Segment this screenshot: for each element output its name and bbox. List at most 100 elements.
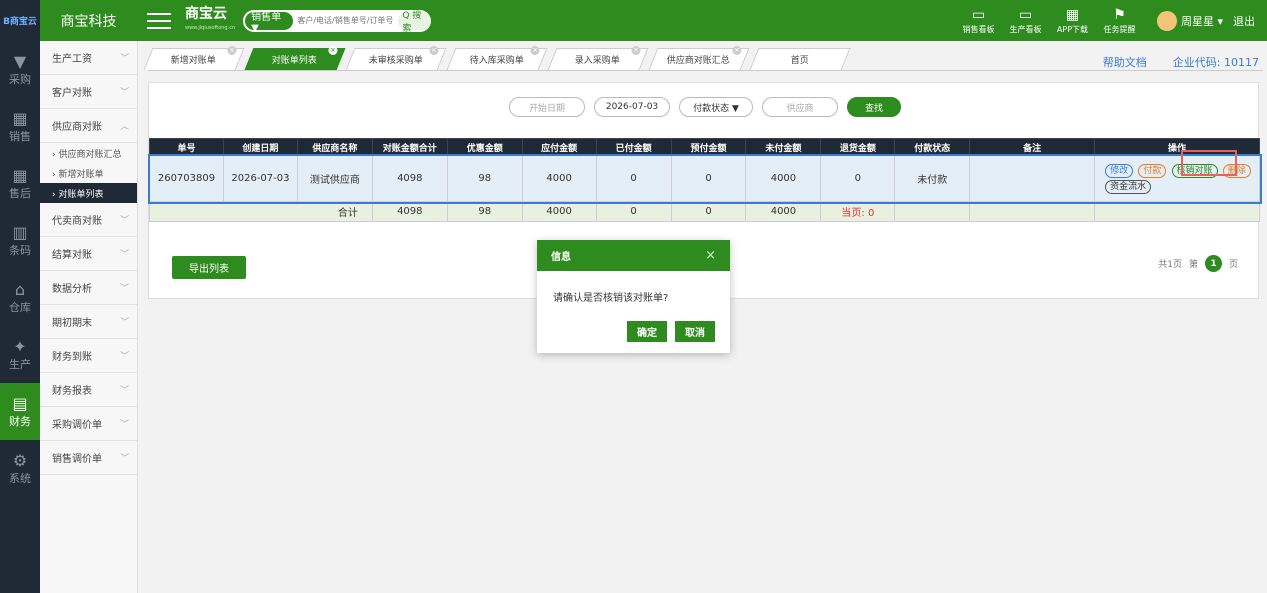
logout-link[interactable]: 退出	[1233, 13, 1255, 29]
column-header: 备注	[969, 138, 1096, 156]
supplier-input[interactable]: 供应商	[762, 97, 838, 117]
tab-divider	[148, 70, 1263, 71]
sales-board-button[interactable]: ▭ 销售看板	[955, 0, 1002, 41]
dialog-title: 信息	[551, 252, 571, 263]
brand-url: www.jiqiusoftong.cn	[185, 24, 236, 31]
total-unpaid: 4000	[745, 201, 822, 222]
end-date-input[interactable]: 2026-07-03	[594, 97, 670, 117]
search-input[interactable]	[293, 16, 399, 25]
dialog-footer: 确定 取消	[537, 321, 730, 342]
close-icon[interactable]: ×	[732, 46, 742, 55]
sidebar-item-production-wage[interactable]: 生产工资 ﹀	[40, 41, 137, 75]
payment-status-select[interactable]: 付款状态 ▼	[679, 97, 753, 117]
search-type-dropdown[interactable]: 销售单 ▼	[245, 11, 294, 32]
sidebar-item-supplier-recon[interactable]: 供应商对账 ︿	[40, 109, 137, 143]
sidebar-item-purchase-price[interactable]: 采购调价单 ﹀	[40, 407, 137, 441]
tab-recon-list[interactable]: 对账单列表 ×	[244, 46, 346, 70]
column-header: 已付金额	[595, 138, 672, 156]
sidebar-item-label: 供应商对账	[52, 122, 102, 133]
filter-bar: 开始日期 2026-07-03 付款状态 ▼ 供应商 查找	[509, 97, 901, 117]
confirm-dialog: 信息 × 请确认是否核销该对账单? 确定 取消	[537, 240, 730, 353]
column-header: 优惠金额	[446, 138, 523, 156]
close-icon[interactable]: ×	[328, 46, 338, 55]
user-name: 周星星 ▾	[1180, 14, 1223, 28]
sidebar-item-finance-arrival[interactable]: 财务到账 ﹀	[40, 339, 137, 373]
close-icon[interactable]: ×	[530, 46, 540, 55]
chart-icon: ▭	[971, 7, 986, 23]
sales-board-label: 销售看板	[962, 25, 995, 34]
app-download-button[interactable]: ▦ APP下载	[1049, 0, 1096, 41]
close-icon[interactable]: ×	[429, 46, 439, 55]
search-button[interactable]: Q 搜索	[398, 11, 432, 32]
rail-item-system[interactable]: ⚙ 系统	[0, 440, 40, 497]
rail-item-warehouse[interactable]: ⌂ 仓库	[0, 269, 40, 326]
tab-new-recon[interactable]: 新增对账单 ×	[143, 46, 245, 70]
sidebar-item-label: 结算对账	[52, 250, 92, 261]
close-icon[interactable]: ×	[705, 248, 716, 263]
task-reminder-button[interactable]: ⚑ 任务提醒	[1096, 0, 1143, 41]
hamburger-menu-icon[interactable]	[147, 12, 171, 29]
rail-item-production[interactable]: ✦ 生产	[0, 326, 40, 383]
close-icon[interactable]: ×	[631, 46, 641, 55]
user-menu[interactable]: 周星星 ▾	[1156, 10, 1223, 31]
production-board-button[interactable]: ▭ 生产看板	[1002, 0, 1049, 41]
sidebar-item-period[interactable]: 期初期末 ﹀	[40, 305, 137, 339]
export-list-button[interactable]: 导出列表	[172, 256, 246, 279]
close-icon[interactable]: ×	[227, 46, 237, 55]
rail-label: 销售	[9, 129, 31, 143]
rail-item-purchase[interactable]: ▼ 采购	[0, 41, 40, 98]
tab-pending-stock[interactable]: 待入库采购单 ×	[446, 46, 548, 70]
table-row[interactable]: 260703809 2026-07-03 测试供应商 4098 98 4000 …	[147, 150, 1262, 204]
tab-unaudited-purchase[interactable]: 未审核采购单 ×	[345, 46, 447, 70]
cell-created-date: 2026-07-03	[222, 155, 298, 202]
sidebar-sub-supplier-summary[interactable]: › 供应商对账汇总	[40, 143, 137, 163]
sidebar-sub-new-recon[interactable]: › 新增对账单	[40, 163, 137, 183]
confirm-button[interactable]: 确定	[627, 321, 667, 342]
sidebar-item-customer-recon[interactable]: 客户对账 ﹀	[40, 75, 137, 109]
cell-supplier: 测试供应商	[296, 155, 373, 202]
rail-item-sales[interactable]: ▦ 销售	[0, 98, 40, 155]
column-header: 付款状态	[894, 138, 971, 156]
sidebar-item-label: 销售调价单	[52, 454, 102, 465]
highlight-box	[1181, 150, 1238, 176]
chevron-down-icon: ﹀	[119, 386, 129, 396]
column-header: 单号	[149, 138, 224, 156]
cell-return: 0	[820, 155, 896, 202]
total-empty	[1094, 201, 1260, 222]
app-logo[interactable]: B商宝云	[0, 0, 40, 41]
tab-enter-purchase[interactable]: 录入采购单 ×	[547, 46, 649, 70]
pay-button[interactable]: 付款	[1138, 163, 1167, 178]
tab-supplier-summary[interactable]: 供应商对账汇总 ×	[648, 46, 750, 70]
chevron-down-icon: ﹀	[119, 454, 129, 464]
total-empty	[969, 201, 1096, 222]
sidebar-item-label: 数据分析	[52, 284, 92, 295]
column-header: 创建日期	[222, 138, 298, 156]
rail-item-barcode[interactable]: ▥ 条码	[0, 212, 40, 269]
rail-item-aftersales[interactable]: ▦ 售后	[0, 155, 40, 212]
chevron-down-icon: ﹀	[119, 88, 129, 98]
sidebar-sub-recon-list[interactable]: › 对账单列表	[40, 183, 137, 203]
start-date-input[interactable]: 开始日期	[509, 97, 585, 117]
find-button[interactable]: 查找	[847, 97, 901, 117]
sidebar-item-settlement[interactable]: 结算对账 ﹀	[40, 237, 137, 271]
pager-current-page[interactable]: 1	[1204, 255, 1222, 272]
tab-home[interactable]: 首页	[749, 48, 851, 70]
module-rail: ▼ 采购 ▦ 销售 ▦ 售后 ▥ 条码 ⌂ 仓库 ✦ 生产 ▤ 财务 ⚙ 系统	[0, 41, 40, 593]
tab-label: 对账单列表	[272, 56, 318, 66]
cancel-button[interactable]: 取消	[675, 321, 715, 342]
sidebar-item-agent-recon[interactable]: 代卖商对账 ﹀	[40, 203, 137, 237]
rail-item-finance[interactable]: ▤ 财务	[0, 383, 40, 440]
sidebar-item-label: 采购调价单	[52, 420, 102, 431]
chevron-down-icon: ﹀	[119, 216, 129, 226]
tab-label: 未审核采购单	[368, 56, 423, 66]
sidebar-item-analytics[interactable]: 数据分析 ﹀	[40, 271, 137, 305]
total-label: 合计	[149, 201, 373, 222]
sidebar-item-sales-price[interactable]: 销售调价单 ﹀	[40, 441, 137, 475]
help-doc-link[interactable]: 帮助文档	[1103, 54, 1147, 70]
cash-flow-button[interactable]: 资金流水	[1105, 179, 1152, 194]
calculator-icon: ▤	[12, 393, 28, 413]
chevron-down-icon: ﹀	[119, 250, 129, 260]
edit-button[interactable]: 修改	[1105, 163, 1134, 178]
sidebar-item-finance-report[interactable]: 财务报表 ﹀	[40, 373, 137, 407]
cell-recon-total: 4098	[371, 155, 448, 202]
